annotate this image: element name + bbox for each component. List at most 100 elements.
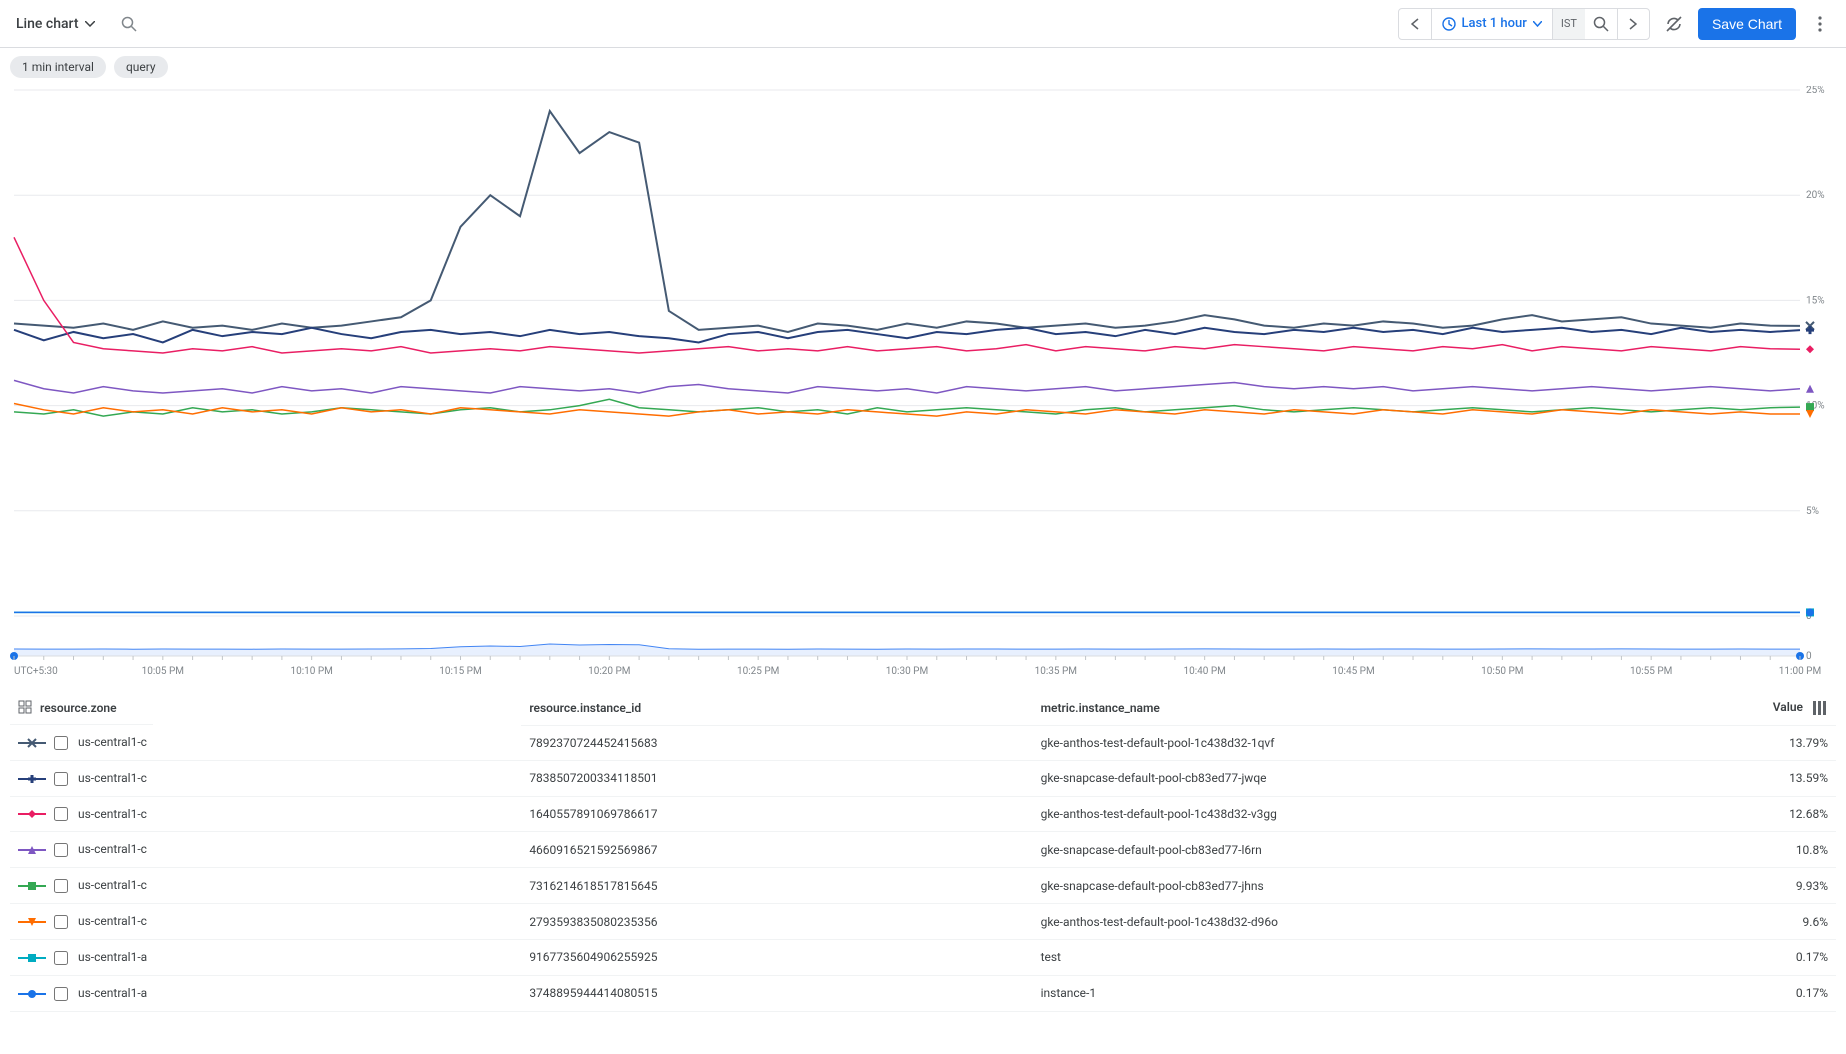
col-zone[interactable]: resource.zone (40, 701, 117, 715)
svg-text:10:40 PM: 10:40 PM (1183, 666, 1225, 677)
chip-interval[interactable]: 1 min interval (10, 56, 106, 78)
sync-off-button[interactable] (1658, 8, 1690, 40)
time-next-button[interactable] (1617, 9, 1649, 39)
cell-instance-id: 7838507200334118501 (521, 760, 1032, 796)
svg-text:10:15 PM: 10:15 PM (439, 666, 481, 677)
cell-zone: us-central1-c (78, 735, 147, 749)
search-button[interactable] (113, 8, 145, 40)
series-visibility-checkbox[interactable] (54, 987, 68, 1001)
legend-row[interactable]: us-central1-c 7316214618517815645gke-snap… (10, 868, 1836, 904)
more-vert-icon (1818, 16, 1822, 32)
cell-instance-name: gke-snapcase-default-pool-cb83ed77-jhns (1033, 868, 1654, 904)
legend-row[interactable]: us-central1-a 3748895944414080515instance… (10, 975, 1836, 1011)
series-visibility-checkbox[interactable] (54, 879, 68, 893)
save-chart-button[interactable]: Save Chart (1698, 8, 1796, 40)
series-visibility-checkbox[interactable] (54, 807, 68, 821)
legend-row[interactable]: us-central1-c 1640557891069786617gke-anth… (10, 796, 1836, 832)
svg-text:UTC+5:30: UTC+5:30 (14, 666, 58, 677)
cell-zone: us-central1-a (78, 950, 147, 964)
chip-query[interactable]: query (114, 56, 168, 78)
cell-zone: us-central1-c (78, 842, 147, 856)
time-range-label: Last 1 hour (1462, 16, 1527, 31)
cell-zone: us-central1-c (78, 878, 147, 892)
cell-instance-name: test (1033, 939, 1654, 975)
svg-text:10:30 PM: 10:30 PM (886, 666, 928, 677)
legend-row[interactable]: us-central1-c 4660916521592569867gke-snap… (10, 832, 1836, 868)
chevron-left-icon (1411, 18, 1419, 30)
chevron-down-icon (1533, 21, 1542, 27)
svg-text:10:35 PM: 10:35 PM (1035, 666, 1077, 677)
cell-instance-id: 4660916521592569867 (521, 832, 1032, 868)
legend-header-row: resource.zone resource.instance_id metri… (10, 692, 1836, 725)
col-instance-name[interactable]: metric.instance_name (1033, 692, 1654, 725)
svg-text:0: 0 (1806, 651, 1812, 662)
series-swatch (18, 807, 46, 821)
chart[interactable]: 05%10%15%20%25%010:05 PM10:10 PM10:15 PM… (10, 86, 1836, 686)
sync-disabled-icon (1665, 15, 1683, 33)
series-visibility-checkbox[interactable] (54, 772, 68, 786)
svg-text:5%: 5% (1806, 506, 1819, 517)
cell-value: 13.79% (1653, 725, 1836, 760)
series-swatch (18, 736, 46, 750)
legend-row[interactable]: us-central1-c2793593835080235356gke-anth… (10, 904, 1836, 940)
series-visibility-checkbox[interactable] (54, 736, 68, 750)
search-icon (121, 16, 137, 32)
cell-instance-name: gke-anthos-test-default-pool-1c438d32-v3… (1033, 796, 1654, 832)
cell-value: 9.6% (1653, 904, 1836, 940)
legend-row[interactable]: us-central1-c 7892370724452415683gke-anth… (10, 725, 1836, 760)
chart-type-dropdown[interactable]: Line chart (10, 12, 101, 36)
zoom-button[interactable] (1585, 9, 1617, 39)
cell-instance-id: 3748895944414080515 (521, 975, 1032, 1011)
cell-zone: us-central1-a (78, 986, 147, 1000)
series-visibility-checkbox[interactable] (54, 915, 68, 929)
svg-text:11:00 PM: 11:00 PM (1779, 666, 1821, 677)
series-swatch (18, 772, 46, 786)
cell-instance-name: instance-1 (1033, 975, 1654, 1011)
svg-text:10:25 PM: 10:25 PM (737, 666, 779, 677)
series-visibility-checkbox[interactable] (54, 843, 68, 857)
cell-instance-name: gke-anthos-test-default-pool-1c438d32-d9… (1033, 904, 1654, 940)
cell-value: 10.8% (1653, 832, 1836, 868)
cell-instance-id: 1640557891069786617 (521, 796, 1032, 832)
svg-text:10:10 PM: 10:10 PM (290, 666, 332, 677)
cell-instance-name: gke-snapcase-default-pool-cb83ed77-l6rn (1033, 832, 1654, 868)
series-swatch (18, 951, 46, 965)
svg-text:10:55 PM: 10:55 PM (1630, 666, 1672, 677)
series-swatch (18, 879, 46, 893)
svg-text:10:05 PM: 10:05 PM (142, 666, 184, 677)
toolbar: Line chart Last 1 hour IST (0, 0, 1846, 48)
svg-text:10:45 PM: 10:45 PM (1332, 666, 1374, 677)
more-options-button[interactable] (1804, 8, 1836, 40)
time-range-dropdown[interactable]: Last 1 hour (1431, 9, 1552, 39)
legend-row[interactable]: us-central1-c 7838507200334118501gke-snap… (10, 760, 1836, 796)
cell-value: 0.17% (1653, 975, 1836, 1011)
svg-text:20%: 20% (1806, 190, 1825, 201)
timezone-chip[interactable]: IST (1552, 9, 1585, 39)
svg-text:15%: 15% (1806, 295, 1825, 306)
svg-text:10:20 PM: 10:20 PM (588, 666, 630, 677)
search-icon (1593, 16, 1609, 32)
filter-chips-row: 1 min interval query (0, 48, 1846, 82)
legend-row[interactable]: us-central1-a9167735604906255925test0.17… (10, 939, 1836, 975)
cell-zone: us-central1-c (78, 771, 147, 785)
chart-type-label: Line chart (16, 16, 79, 32)
cell-value: 9.93% (1653, 868, 1836, 904)
col-value[interactable]: Value (1773, 700, 1803, 714)
column-settings-icon[interactable] (1812, 700, 1828, 716)
breakdown-icon (18, 700, 34, 716)
cell-instance-id: 7316214618517815645 (521, 868, 1032, 904)
time-prev-button[interactable] (1399, 9, 1431, 39)
series-swatch (18, 915, 46, 929)
col-instance-id[interactable]: resource.instance_id (521, 692, 1032, 725)
cell-zone: us-central1-c (78, 807, 147, 821)
svg-text:25%: 25% (1806, 86, 1825, 96)
cell-instance-id: 7892370724452415683 (521, 725, 1032, 760)
series-visibility-checkbox[interactable] (54, 951, 68, 965)
cell-instance-name: gke-anthos-test-default-pool-1c438d32-1q… (1033, 725, 1654, 760)
cell-value: 0.17% (1653, 939, 1836, 975)
cell-instance-id: 2793593835080235356 (521, 904, 1032, 940)
chevron-down-icon (85, 21, 95, 27)
time-range-group: Last 1 hour IST (1398, 8, 1650, 40)
cell-instance-name: gke-snapcase-default-pool-cb83ed77-jwqe (1033, 760, 1654, 796)
legend-table: resource.zone resource.instance_id metri… (10, 692, 1836, 1012)
